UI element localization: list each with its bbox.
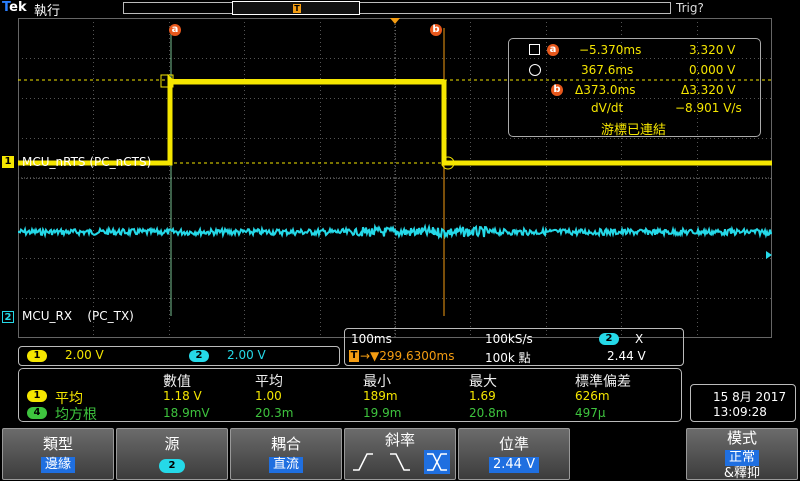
cursor-b-volt: 0.000 V xyxy=(689,63,736,77)
meas-header-min: 最小 xyxy=(363,374,391,390)
meas-header-value: 數值 xyxy=(163,374,191,390)
menu-type-value: 邊緣 xyxy=(40,457,75,473)
menu-type-title: 類型 xyxy=(42,435,73,453)
ch1-label: MCU_nRTS (PC_nCTS) xyxy=(22,155,152,169)
meas-row2-mean: 20.3m xyxy=(255,406,294,420)
menu-source-value: 2 xyxy=(159,459,185,473)
horizontal-settings-box[interactable]: 100ms 100kS/s 2 X T →▼299.6300ms 100k 點 … xyxy=(344,328,684,366)
meas-row1-value: 1.18 V xyxy=(163,389,202,403)
menu-slope-title: 斜率 xyxy=(384,431,415,449)
trigger-status: Trig? xyxy=(676,1,704,15)
menu-mode-value: 正常 xyxy=(724,450,759,466)
menu-mode-title: 模式 xyxy=(726,429,757,447)
vertical-settings-box[interactable]: 1 2.00 V 2 2.00 V xyxy=(18,346,340,366)
run-state[interactable]: 執行 xyxy=(34,0,60,19)
meas-row1-min: 189m xyxy=(363,389,398,403)
record-length: 100k 點 xyxy=(485,351,531,365)
trigger-source-badge: 2 xyxy=(599,333,619,345)
ch1-scale[interactable]: 2.00 V xyxy=(65,348,104,362)
cursor-b-circle-icon xyxy=(529,64,541,76)
record-view-bar[interactable] xyxy=(123,2,671,14)
menu-coupling-button[interactable]: 耦合 直流 xyxy=(230,428,342,480)
menu-level-title: 位準 xyxy=(498,435,529,453)
meas-header-stddev: 標準偏差 xyxy=(575,374,631,390)
trigger-slope-icon: X xyxy=(635,332,644,346)
meas-row2-value: 18.9mV xyxy=(163,406,210,420)
ch2-scale-badge: 2 xyxy=(189,350,209,362)
cursor-a-time: −5.370ms xyxy=(579,43,642,57)
cursor-readout-panel[interactable]: a −5.370ms 3.320 V 367.6ms 0.000 V b Δ37… xyxy=(508,38,761,138)
trigger-delay[interactable]: →▼299.6300ms xyxy=(360,349,454,363)
meas-row2-max: 20.8m xyxy=(469,406,508,420)
ch1-scale-badge: 1 xyxy=(27,350,47,362)
cursor-a-badge[interactable]: a xyxy=(169,24,181,36)
meas-row2-name: 均方根 xyxy=(55,407,97,423)
measurement-table[interactable]: 數值 平均 最小 最大 標準偏差 1 平均 1.18 V 1.00 189m 1… xyxy=(18,368,682,423)
meas-row2-channel: 4 xyxy=(27,407,47,419)
datetime-box: 15 8月 2017 13:09:28 xyxy=(690,384,796,422)
cursor-delta-time: Δ373.0ms xyxy=(575,83,636,97)
record-trigger-marker: T xyxy=(293,4,301,13)
rising-slope-icon[interactable] xyxy=(350,450,376,474)
meas-row1-mean: 1.00 xyxy=(255,389,282,403)
menu-level-button[interactable]: 位準 2.44 V xyxy=(458,428,570,480)
brand-logo: Tek xyxy=(2,0,27,15)
ch1-marker[interactable]: 1 xyxy=(2,156,14,168)
trigger-level-readout: 2.44 V xyxy=(607,349,646,363)
meas-row1-max: 1.69 xyxy=(469,389,496,403)
menu-coupling-value: 直流 xyxy=(268,457,303,473)
date: 15 8月 2017 xyxy=(713,390,787,404)
menu-level-value: 2.44 V xyxy=(489,457,539,473)
ch2-label: MCU_RX (PC_TX) xyxy=(22,309,134,323)
menu-mode-extra: &釋抑 xyxy=(723,466,761,481)
meas-row2-min: 19.9m xyxy=(363,406,402,420)
cursor-b-time: 367.6ms xyxy=(581,63,634,77)
time-scale[interactable]: 100ms xyxy=(351,332,392,346)
cursor-b-badge[interactable]: b xyxy=(430,24,442,36)
trigger-position-marker[interactable] xyxy=(390,18,400,24)
either-slope-icon[interactable] xyxy=(424,450,451,474)
cursors-linked-status: 游標已連結 xyxy=(601,123,667,138)
meas-header-mean: 平均 xyxy=(255,374,283,390)
time: 13:09:28 xyxy=(713,405,767,419)
cursor-b-badge-small: b xyxy=(551,84,563,96)
cursor-delta-volt: Δ3.320 V xyxy=(681,83,736,97)
menu-source-title: 源 xyxy=(164,435,180,453)
ch2-marker[interactable]: 2 xyxy=(2,311,14,323)
meas-row1-channel: 1 xyxy=(27,390,47,402)
cursor-a-square-icon xyxy=(529,44,540,55)
menu-type-button[interactable]: 類型 邊緣 xyxy=(2,428,114,480)
sample-rate: 100kS/s xyxy=(485,332,533,346)
menu-coupling-title: 耦合 xyxy=(270,435,301,453)
menu-source-button[interactable]: 源 2 xyxy=(116,428,228,480)
cursor-a-badge-small: a xyxy=(547,44,559,56)
falling-slope-icon[interactable] xyxy=(387,450,413,474)
meas-row2-stddev: 497μ xyxy=(575,406,606,420)
cursor-a-volt: 3.320 V xyxy=(689,43,736,57)
menu-slope-button[interactable]: 斜率 xyxy=(344,428,456,480)
meas-row1-stddev: 626m xyxy=(575,389,610,403)
trigger-delay-icon: T xyxy=(349,350,359,362)
menu-mode-button[interactable]: 模式 正常 &釋抑 xyxy=(686,428,798,481)
dvdt-label: dV/dt xyxy=(591,101,624,115)
dvdt-value: −8.901 V/s xyxy=(675,101,742,115)
ch2-scale[interactable]: 2.00 V xyxy=(227,348,266,362)
meas-header-max: 最大 xyxy=(469,374,497,390)
